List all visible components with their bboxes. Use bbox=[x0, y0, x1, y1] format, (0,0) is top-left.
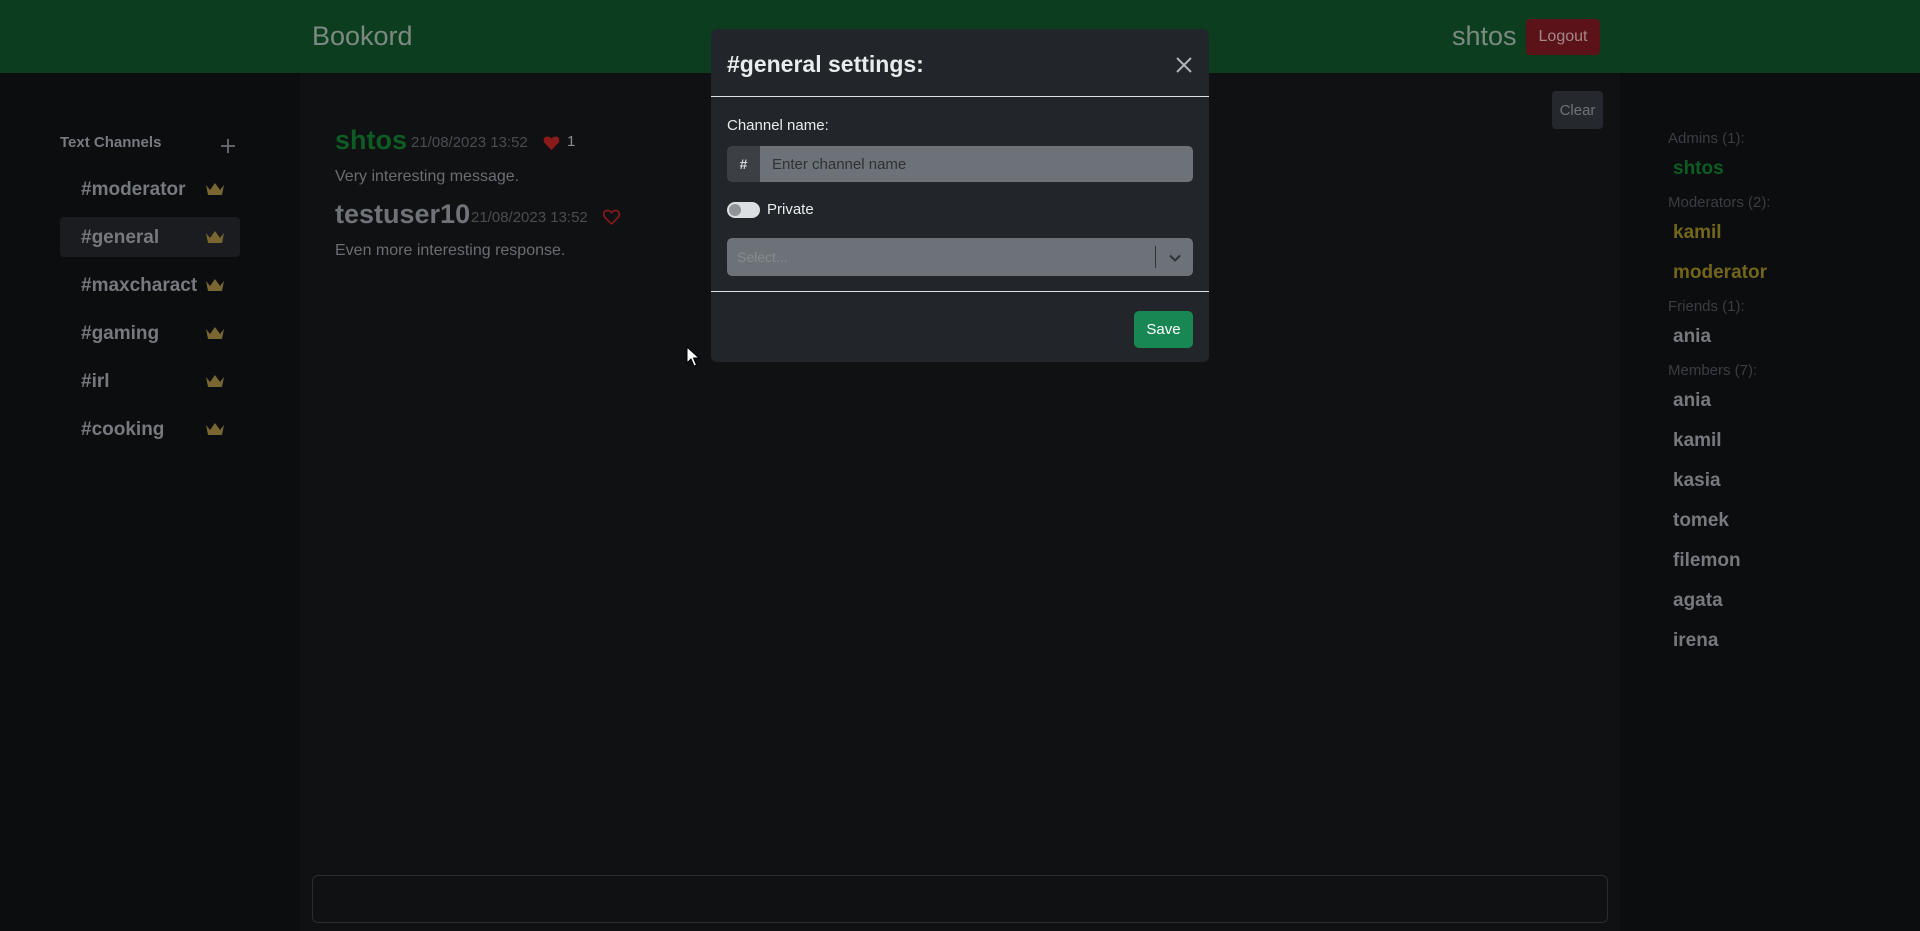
channel-name-label: Channel name: bbox=[727, 117, 829, 134]
channel-item-cooking[interactable]: #cooking bbox=[60, 409, 240, 449]
brand-logo[interactable]: Bookord bbox=[312, 21, 413, 52]
text-channels-heading: Text Channels bbox=[60, 134, 162, 151]
modal-header-divider bbox=[711, 96, 1209, 97]
channel-label: #cooking bbox=[81, 419, 165, 440]
close-icon[interactable] bbox=[1173, 54, 1195, 76]
modal-title: #general settings: bbox=[727, 51, 924, 77]
member-item[interactable]: kasia bbox=[1673, 470, 1721, 492]
heart-filled-icon[interactable] bbox=[543, 135, 560, 151]
member-item[interactable]: filemon bbox=[1673, 550, 1741, 572]
channel-name-input[interactable] bbox=[760, 146, 1193, 182]
clear-button[interactable]: Clear bbox=[1552, 91, 1603, 129]
channel-settings-modal: #general settings: Channel name: # Priva… bbox=[711, 29, 1209, 362]
channel-label: #moderator bbox=[81, 179, 186, 200]
crown-icon bbox=[206, 375, 224, 387]
mouse-cursor-icon bbox=[686, 346, 700, 367]
select-placeholder: Select... bbox=[737, 249, 788, 265]
member-item[interactable]: agata bbox=[1673, 590, 1723, 612]
member-item[interactable]: ania bbox=[1673, 390, 1711, 412]
message-author[interactable]: testuser10 bbox=[335, 199, 470, 230]
private-toggle[interactable] bbox=[727, 202, 760, 218]
channel-item-general[interactable]: #general bbox=[60, 217, 240, 257]
channel-label: #irl bbox=[81, 371, 110, 392]
crown-icon bbox=[206, 423, 224, 435]
member-item[interactable]: tomek bbox=[1673, 510, 1729, 532]
chevron-down-icon[interactable] bbox=[1167, 250, 1183, 266]
members-heading: Members (7): bbox=[1668, 362, 1758, 379]
logout-button[interactable]: Logout bbox=[1526, 19, 1600, 55]
admins-heading: Admins (1): bbox=[1668, 130, 1745, 147]
channel-label: #gaming bbox=[81, 323, 160, 344]
toggle-knob bbox=[729, 204, 741, 216]
channel-item-maxcharact[interactable]: #maxcharact bbox=[60, 265, 240, 305]
save-button[interactable]: Save bbox=[1134, 311, 1193, 348]
message-timestamp: 21/08/2023 13:52 bbox=[411, 134, 528, 151]
crown-icon bbox=[206, 327, 224, 339]
crown-icon bbox=[206, 279, 224, 291]
message-input[interactable] bbox=[312, 875, 1608, 923]
moderators-heading: Moderators (2): bbox=[1668, 194, 1771, 211]
crown-icon bbox=[206, 183, 224, 195]
member-item-friend[interactable]: ania bbox=[1673, 326, 1711, 348]
channel-label: #general bbox=[81, 227, 160, 248]
member-item-admin[interactable]: shtos bbox=[1673, 158, 1724, 180]
member-item[interactable]: kamil bbox=[1673, 430, 1722, 452]
hash-prefix: # bbox=[727, 146, 760, 182]
private-label: Private bbox=[767, 201, 814, 218]
message-author[interactable]: shtos bbox=[335, 125, 407, 156]
members-select[interactable]: Select... bbox=[727, 238, 1193, 276]
message-text: Very interesting message. bbox=[335, 168, 520, 185]
channel-item-moderator[interactable]: #moderator bbox=[60, 169, 240, 209]
current-username: shtos bbox=[1452, 21, 1517, 51]
message-text: Even more interesting response. bbox=[335, 242, 566, 259]
channel-label: #maxcharact bbox=[81, 275, 198, 296]
member-item[interactable]: irena bbox=[1673, 630, 1718, 652]
member-item-moderator[interactable]: kamil bbox=[1673, 222, 1722, 244]
crown-icon bbox=[206, 231, 224, 243]
friends-heading: Friends (1): bbox=[1668, 298, 1745, 315]
select-separator bbox=[1155, 246, 1156, 268]
channel-item-irl[interactable]: #irl bbox=[60, 361, 240, 401]
heart-outline-icon[interactable] bbox=[603, 209, 620, 225]
modal-footer-divider bbox=[711, 291, 1209, 292]
member-item-moderator[interactable]: moderator bbox=[1673, 262, 1767, 284]
channel-item-gaming[interactable]: #gaming bbox=[60, 313, 240, 353]
like-count: 1 bbox=[567, 133, 576, 150]
message-timestamp: 21/08/2023 13:52 bbox=[471, 209, 588, 226]
add-channel-icon[interactable] bbox=[218, 136, 238, 156]
